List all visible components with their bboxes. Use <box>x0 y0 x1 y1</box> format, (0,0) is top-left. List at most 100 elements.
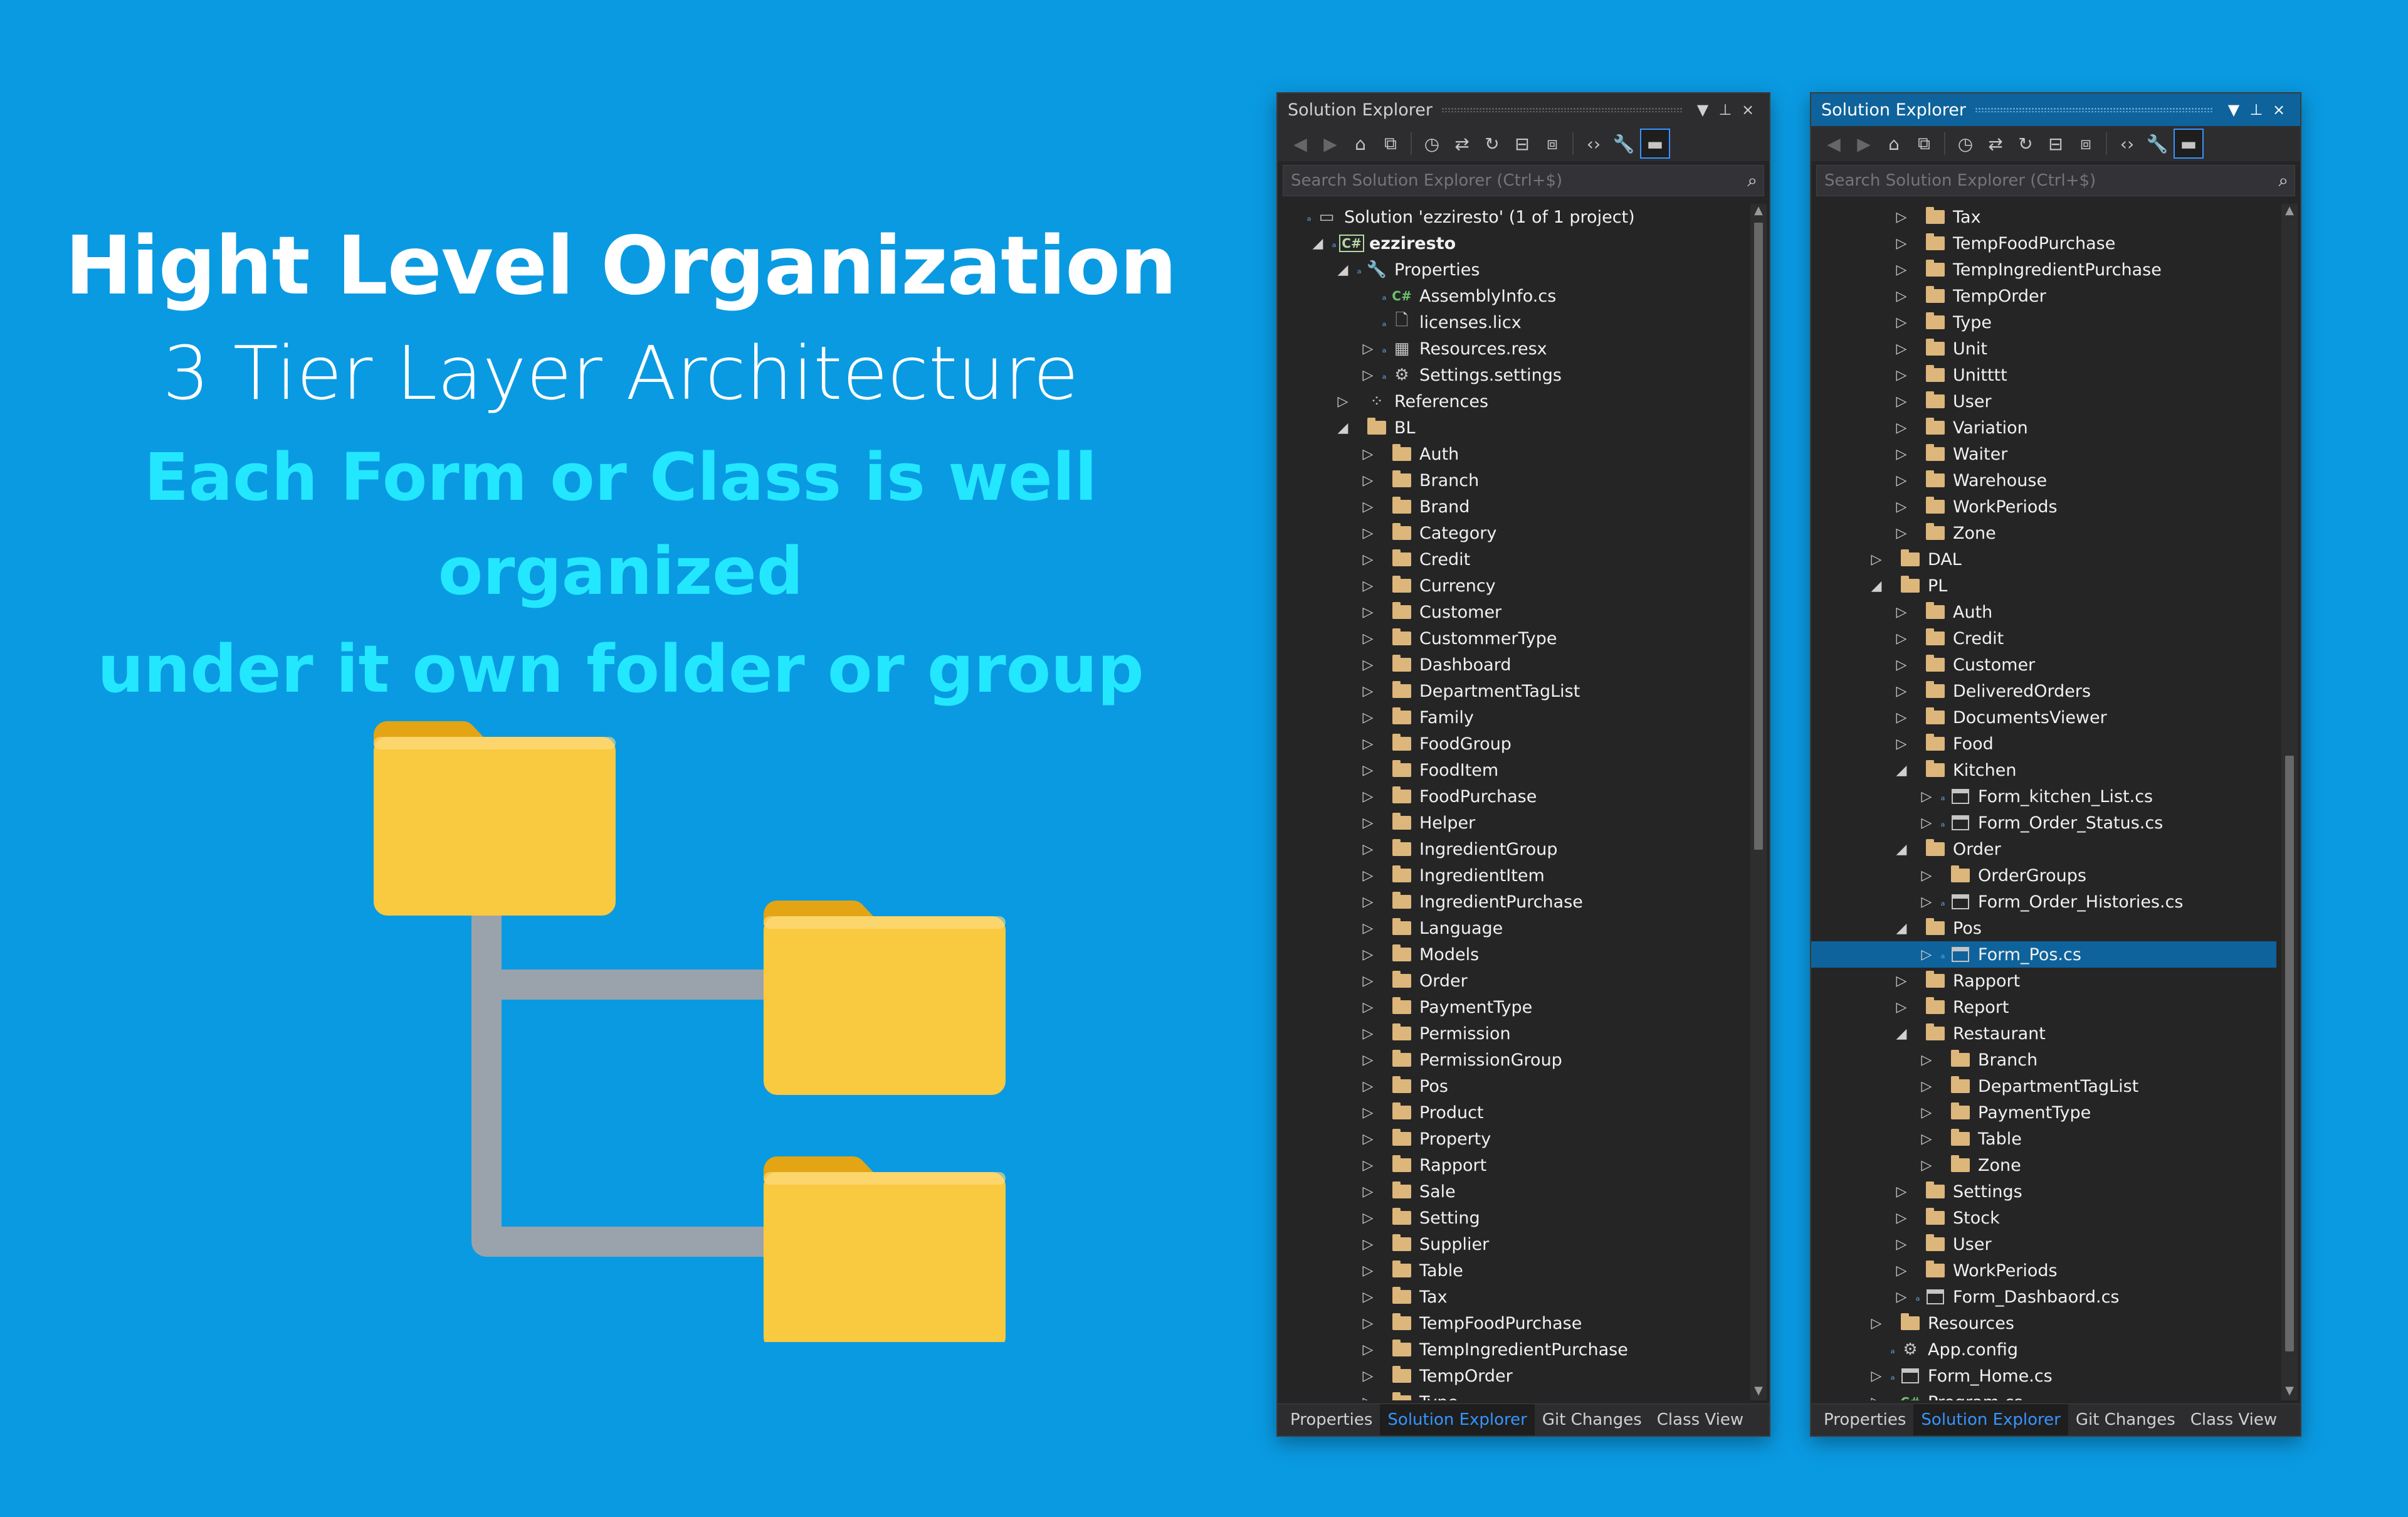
expand-arrow-icon[interactable]: ▷ <box>1357 552 1379 568</box>
search-box[interactable]: ⌕ <box>1283 165 1764 196</box>
expand-arrow-icon[interactable]: ▷ <box>1890 973 1913 989</box>
tree-folder-node[interactable]: ▷ Auth <box>1811 599 2276 625</box>
tree-folder-node[interactable]: ▷ Customer <box>1811 652 2276 678</box>
tree-folder-node[interactable]: ▷ Table <box>1811 1126 2276 1152</box>
tree-folder-node[interactable]: ▷ Unit <box>1811 336 2276 362</box>
sync-icon[interactable]: ⇄ <box>1982 130 2009 157</box>
expand-arrow-icon[interactable]: ▷ <box>1915 947 1938 963</box>
expand-arrow-icon[interactable]: ▷ <box>1890 315 1913 330</box>
expand-arrow-icon[interactable]: ▷ <box>1332 394 1354 410</box>
search-input[interactable] <box>1823 171 2279 191</box>
tree-folder-node[interactable]: ▷ CustommerType <box>1278 625 1745 652</box>
properties-wrench-icon[interactable]: 🔧 <box>2143 130 2171 157</box>
expand-arrow-icon[interactable]: ▷ <box>1357 1237 1379 1252</box>
expand-arrow-icon[interactable]: ▷ <box>1890 367 1913 383</box>
tree-folder-node[interactable]: ◢ BL <box>1278 415 1745 441</box>
tab-properties[interactable]: Properties <box>1283 1404 1380 1435</box>
tree-folder-node[interactable]: ▷ Tax <box>1811 204 2276 230</box>
expand-arrow-icon[interactable]: ▷ <box>1915 868 1938 884</box>
preview-selected-items-icon[interactable]: ▬ <box>2174 129 2204 159</box>
expand-arrow-icon[interactable]: ▷ <box>1890 1210 1913 1226</box>
expand-arrow-icon[interactable]: ▷ <box>1890 1237 1913 1252</box>
tree-folder-node[interactable]: ▷ WorkPeriods <box>1811 494 2276 520</box>
sync-icon[interactable]: ⇄ <box>1448 130 1476 157</box>
expand-arrow-icon[interactable]: ▷ <box>1357 1131 1379 1147</box>
tree-folder-node[interactable]: ◢ Order <box>1811 836 2276 862</box>
show-all-files-icon[interactable]: ⧈ <box>1538 130 1566 157</box>
pending-changes-filter-icon[interactable]: ◷ <box>1952 130 1979 157</box>
tree-folder-node[interactable]: ▷ Report <box>1811 994 2276 1020</box>
tree-folder-node[interactable]: ▷ Zone <box>1811 1152 2276 1178</box>
expand-arrow-icon[interactable]: ▷ <box>1357 447 1379 462</box>
dropdown-icon[interactable]: ▼ <box>1691 101 1714 119</box>
collapse-all-icon[interactable]: ⊟ <box>2042 130 2069 157</box>
tree-folder-node[interactable]: ▷ Unitttt <box>1811 362 2276 388</box>
drag-grip[interactable] <box>1975 107 2214 112</box>
collapse-arrow-icon[interactable]: ◢ <box>1890 921 1913 936</box>
expand-arrow-icon[interactable]: ▷ <box>1357 710 1379 726</box>
vertical-scrollbar[interactable]: ▲ ▼ <box>1750 204 1767 1400</box>
tree-folder-node[interactable]: ▷ TempIngredientPurchase <box>1278 1336 1745 1363</box>
expand-arrow-icon[interactable]: ▷ <box>1357 1052 1379 1068</box>
tree-folder-node[interactable]: ▷ DAL <box>1811 546 2276 573</box>
expand-arrow-icon[interactable]: ▷ <box>1357 973 1379 989</box>
tree-folder-node[interactable]: ▷ IngredientGroup <box>1278 836 1745 862</box>
tree-folder-node[interactable]: ▷ PaymentType <box>1278 994 1745 1020</box>
tree-folder-node[interactable]: ▷ Type <box>1278 1389 1745 1400</box>
tree-folder-node[interactable]: ▷ User <box>1811 388 2276 415</box>
tree-file-node[interactable]: ▷ ₐ Form_Pos.cs <box>1811 941 2276 968</box>
tab-git-changes[interactable]: Git Changes <box>1535 1404 1649 1435</box>
show-all-files-icon[interactable]: ⧈ <box>2072 130 2100 157</box>
tree-folder-node[interactable]: ▷ Warehouse <box>1811 467 2276 494</box>
tree-folder-node[interactable]: ▷ Language <box>1278 915 1745 941</box>
expand-arrow-icon[interactable]: ▷ <box>1357 1316 1379 1331</box>
tree-file-node[interactable]: ▷ ₐ Form_Order_Histories.cs <box>1811 889 2276 915</box>
expand-arrow-icon[interactable]: ▷ <box>1865 1368 1888 1384</box>
scrollbar-thumb[interactable] <box>1754 223 1763 850</box>
tree-folder-node[interactable]: ▷ IngredientItem <box>1278 862 1745 889</box>
expand-arrow-icon[interactable]: ▷ <box>1890 1000 1913 1015</box>
forward-icon[interactable]: ▶ <box>1317 130 1344 157</box>
scrollbar-thumb[interactable] <box>2285 756 2294 1351</box>
collapse-arrow-icon[interactable]: ◢ <box>1865 578 1888 594</box>
tab-class-view[interactable]: Class View <box>1649 1404 1751 1435</box>
close-icon[interactable]: × <box>1737 101 1759 119</box>
tree-folder-node[interactable]: ▷ Sale <box>1278 1178 1745 1205</box>
search-box[interactable]: ⌕ <box>1816 165 2295 196</box>
expand-arrow-icon[interactable]: ▷ <box>1890 341 1913 357</box>
expand-arrow-icon[interactable]: ▷ <box>1357 921 1379 936</box>
expand-arrow-icon[interactable]: ▷ <box>1357 499 1379 515</box>
tree-file-node[interactable]: ◢ ₐ C# ezziresto <box>1278 230 1745 256</box>
expand-arrow-icon[interactable]: ▷ <box>1357 763 1379 778</box>
expand-arrow-icon[interactable]: ▷ <box>1915 1105 1938 1121</box>
tree-folder-node[interactable]: ▷ Credit <box>1811 625 2276 652</box>
tree-file-node[interactable]: ₐ ▭ Solution 'ezziresto' (1 of 1 project) <box>1278 204 1745 230</box>
tree-folder-node[interactable]: ▷ Pos <box>1278 1073 1745 1099</box>
expand-arrow-icon[interactable]: ▷ <box>1890 631 1913 647</box>
tab-solution-explorer[interactable]: Solution Explorer <box>1380 1404 1535 1435</box>
tab-solution-explorer[interactable]: Solution Explorer <box>1913 1404 2068 1435</box>
view-code-icon[interactable]: ‹› <box>2113 130 2141 157</box>
expand-arrow-icon[interactable]: ▷ <box>1357 1368 1379 1384</box>
tree-folder-node[interactable]: ▷ Tax <box>1278 1284 1745 1310</box>
forward-icon[interactable]: ▶ <box>1850 130 1878 157</box>
expand-arrow-icon[interactable]: ▷ <box>1915 1131 1938 1147</box>
expand-arrow-icon[interactable]: ▷ <box>1890 1184 1913 1200</box>
expand-arrow-icon[interactable]: ▷ <box>1357 894 1379 910</box>
back-icon[interactable]: ◀ <box>1820 130 1848 157</box>
tree-folder-node[interactable]: ▷ Models <box>1278 941 1745 968</box>
expand-arrow-icon[interactable]: ▷ <box>1890 526 1913 541</box>
expand-arrow-icon[interactable]: ▷ <box>1357 1079 1379 1094</box>
tree-folder-node[interactable]: ▷ DepartmentTagList <box>1278 678 1745 704</box>
tree-folder-node[interactable]: ◢ Restaurant <box>1811 1020 2276 1047</box>
collapse-arrow-icon[interactable]: ◢ <box>1890 1026 1913 1042</box>
tree-file-node[interactable]: ▷ₐC#Program.cs <box>1811 1389 2276 1401</box>
expand-arrow-icon[interactable]: ▷ <box>1357 842 1379 857</box>
tree-file-node[interactable]: ₐ ⚙ App.config <box>1811 1336 2276 1363</box>
tree-folder-node[interactable]: ▷ Rapport <box>1278 1152 1745 1178</box>
expand-arrow-icon[interactable]: ▷ <box>1357 578 1379 594</box>
back-icon[interactable]: ◀ <box>1286 130 1314 157</box>
tree-file-node[interactable]: ▷ ₐ ⚙ Settings.settings <box>1278 362 1745 388</box>
expand-arrow-icon[interactable]: ▷ <box>1890 209 1913 225</box>
tree-file-node[interactable]: ▷ ₐ ▦ Resources.resx <box>1278 336 1745 362</box>
